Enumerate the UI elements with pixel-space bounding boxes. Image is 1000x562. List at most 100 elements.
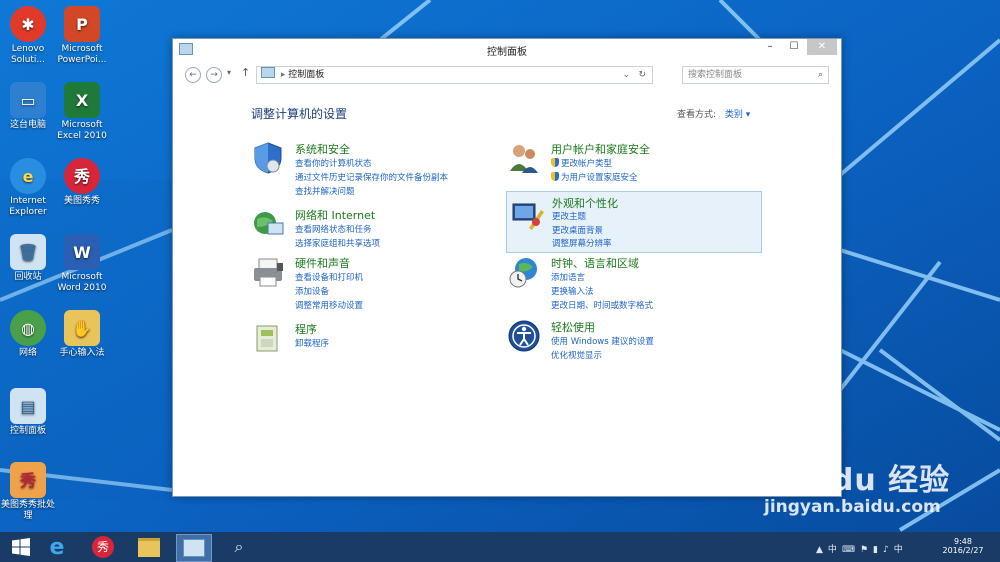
- desktop-icon-label: 手心输入法: [59, 348, 105, 358]
- desktop-icon-label: 美图秀秀: [63, 196, 100, 206]
- taskbar: e 秀 ⌕ ▲中⌨⚑▮♪中 9:48 2016/2/27: [0, 532, 1000, 562]
- desktop-icon-ie[interactable]: e Internet Explorer: [0, 158, 58, 218]
- address-dropdown-icon[interactable]: ⌄: [622, 67, 630, 83]
- clock-globe-icon: [509, 258, 537, 288]
- desktop-icon-label: 回收站: [14, 272, 42, 282]
- programs-icon: [256, 325, 278, 352]
- view-by-dropdown[interactable]: 类别 ▾: [725, 110, 750, 120]
- desktop-icon-label: 网络: [18, 348, 37, 358]
- watermark-url: jingyan.baidu.com: [764, 497, 941, 517]
- excel-icon: X: [64, 82, 100, 118]
- input-method-icon[interactable]: 中: [828, 545, 842, 555]
- category-link[interactable]: 更改主题: [552, 210, 586, 222]
- category-link[interactable]: 添加语言: [551, 271, 585, 283]
- desktop-icon-meitu-batch[interactable]: 秀 美图秀秀批处理: [0, 462, 58, 522]
- desktop-icon-input-method[interactable]: ✋ 手心输入法: [52, 310, 112, 359]
- category-link[interactable]: 更改桌面背景: [552, 224, 603, 236]
- ie-icon: e: [10, 158, 46, 194]
- show-hidden-icons-icon[interactable]: ▲: [816, 545, 828, 555]
- title-bar[interactable]: 控制面板 – ☐ ✕: [173, 39, 841, 59]
- flag-icon[interactable]: ⚑: [860, 545, 873, 555]
- category-link[interactable]: 查看设备和打印机: [295, 271, 363, 283]
- category-link[interactable]: 通过文件历史记录保存你的文件备份副本: [295, 171, 448, 183]
- printer-icon: [254, 258, 283, 287]
- category-link[interactable]: 选择家庭组和共享选项: [295, 237, 380, 249]
- category-link[interactable]: 使用 Windows 建议的设置: [551, 335, 654, 347]
- recent-pages-dropdown[interactable]: ▾: [227, 68, 231, 77]
- category-title[interactable]: 程序: [295, 321, 317, 337]
- start-button[interactable]: [4, 534, 38, 560]
- volume-icon[interactable]: ♪: [883, 545, 894, 555]
- this-pc-icon: ▭: [10, 82, 46, 118]
- control-panel-window[interactable]: 控制面板 – ☐ ✕ ← → ▾ ↑ ▸ 控制面板 ⌄ ↻ 搜索控制面板 ⌕ 调…: [172, 38, 842, 497]
- maximize-button[interactable]: ☐: [783, 39, 805, 55]
- main-content: 调整计算机的设置 查看方式: 类别 ▾ 系统和安全 查看你的计算机状态 通过文件…: [173, 91, 841, 496]
- desktop-icon-meitu[interactable]: 秀 美图秀秀: [52, 158, 112, 207]
- category-link[interactable]: 更换输入法: [551, 285, 594, 297]
- clock[interactable]: 9:48 2016/2/27: [938, 537, 988, 555]
- desktop-icon-recycle-bin[interactable]: 🗑 回收站: [0, 234, 58, 283]
- meitu-icon: 秀: [64, 158, 100, 194]
- desktop-icon-word[interactable]: W Microsoft Word 2010: [52, 234, 112, 294]
- category-link[interactable]: 查找并解决问题: [295, 185, 355, 197]
- category-link[interactable]: 查看你的计算机状态: [295, 157, 372, 169]
- breadcrumb-current[interactable]: 控制面板: [288, 70, 324, 80]
- category-title[interactable]: 轻松使用: [551, 319, 595, 335]
- up-button[interactable]: ↑: [241, 66, 250, 79]
- category-link[interactable]: 卸载程序: [295, 337, 329, 349]
- category-link[interactable]: 优化视觉显示: [551, 349, 602, 361]
- category-title[interactable]: 用户帐户和家庭安全: [551, 141, 650, 157]
- category-title[interactable]: 外观和个性化: [552, 195, 618, 211]
- close-button[interactable]: ✕: [807, 39, 837, 55]
- category-ease-of-access: 轻松使用 使用 Windows 建议的设置 优化视觉显示: [507, 319, 727, 361]
- category-link[interactable]: 添加设备: [295, 285, 329, 297]
- taskbar-ie[interactable]: e: [40, 534, 74, 560]
- baidu-watermark: Bai du 经验 jingyan.baidu.com: [764, 455, 950, 517]
- search-input[interactable]: 搜索控制面板 ⌕: [682, 66, 829, 84]
- search-icon[interactable]: ⌕: [818, 67, 823, 83]
- category-link[interactable]: 调整屏幕分辨率: [552, 237, 612, 249]
- category-user-accounts: 用户帐户和家庭安全 更改帐户类型 为用户设置家庭安全: [507, 141, 727, 183]
- clock-time: 9:48: [954, 537, 972, 546]
- view-by: 查看方式: 类别 ▾: [677, 107, 750, 120]
- category-appearance[interactable]: 外观和个性化 更改主题 更改桌面背景 调整屏幕分辨率: [506, 191, 762, 253]
- forward-button[interactable]: →: [206, 67, 222, 83]
- refresh-icon[interactable]: ↻: [638, 67, 646, 83]
- taskbar-meitu[interactable]: 秀: [86, 534, 120, 560]
- category-title[interactable]: 硬件和声音: [295, 255, 350, 271]
- desktop-icon-label: Microsoft Word 2010: [57, 272, 107, 293]
- category-link[interactable]: 更改日期、时间或数字格式: [551, 299, 653, 311]
- category-title[interactable]: 系统和安全: [295, 141, 350, 157]
- taskbar-file-explorer[interactable]: [132, 534, 166, 560]
- desktop-icon-network[interactable]: ◍ 网络: [0, 310, 58, 359]
- desktop-icon-excel[interactable]: X Microsoft Excel 2010: [52, 82, 112, 142]
- ime-icon[interactable]: 中: [894, 545, 908, 555]
- tray-icons: ▲中⌨⚑▮♪中: [816, 542, 908, 555]
- taskbar-search-tool[interactable]: ⌕: [222, 534, 256, 560]
- windows-logo-icon: [12, 538, 30, 556]
- network-icon[interactable]: ▮: [873, 545, 883, 555]
- category-title[interactable]: 时钟、语言和区域: [551, 255, 639, 271]
- category-link[interactable]: 调整常用移动设置: [295, 299, 363, 311]
- desktop-icon-powerpoint[interactable]: P Microsoft PowerPoi...: [52, 6, 112, 66]
- users-icon: [510, 145, 538, 173]
- address-box[interactable]: ▸ 控制面板 ⌄ ↻: [256, 66, 653, 84]
- control-panel-icon: ▤: [10, 388, 46, 424]
- category-title[interactable]: 网络和 Internet: [295, 207, 375, 223]
- category-link[interactable]: 查看网络状态和任务: [295, 223, 372, 235]
- category-link[interactable]: 更改帐户类型: [551, 157, 612, 169]
- system-tray: ▲中⌨⚑▮♪中 9:48 2016/2/27: [816, 534, 996, 560]
- desktop-icon-label: Microsoft PowerPoi...: [57, 44, 107, 65]
- ie-icon: e: [49, 534, 65, 560]
- desktop-icon-control-panel[interactable]: ▤ 控制面板: [0, 388, 58, 437]
- input-method-icon: ✋: [64, 310, 100, 346]
- minimize-button[interactable]: –: [759, 39, 781, 55]
- clock-date: 2016/2/27: [942, 546, 984, 555]
- desktop-icon-label: 美图秀秀批处理: [0, 500, 55, 521]
- desktop-icon-lenovo[interactable]: ✱ Lenovo Soluti...: [0, 6, 58, 66]
- taskbar-control-panel[interactable]: [176, 534, 212, 562]
- desktop-icon-this-pc[interactable]: ▭ 这台电脑: [0, 82, 58, 131]
- back-button[interactable]: ←: [185, 67, 201, 83]
- category-link[interactable]: 为用户设置家庭安全: [551, 171, 638, 183]
- keyboard-icon[interactable]: ⌨: [842, 545, 860, 555]
